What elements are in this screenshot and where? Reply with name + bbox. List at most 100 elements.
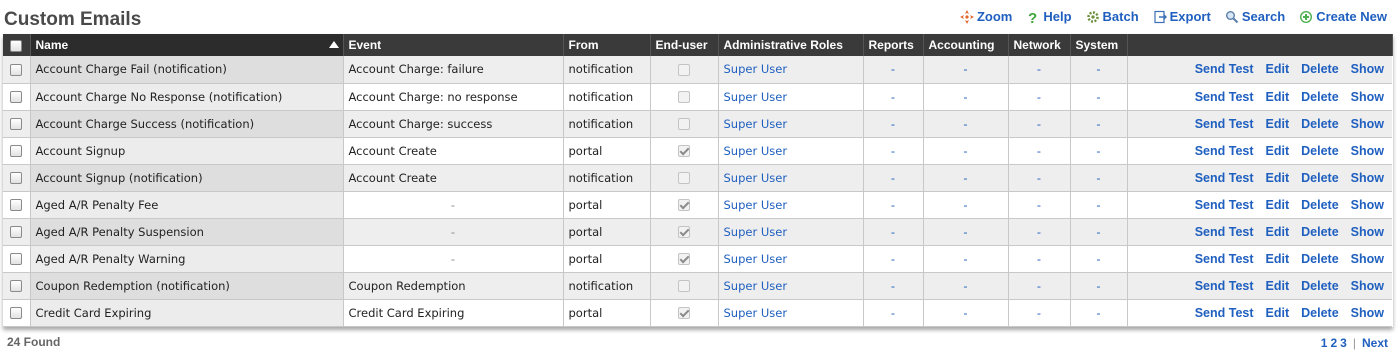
- row-accounting[interactable]: -: [923, 218, 1009, 246]
- row-admin-role[interactable]: Super User: [718, 137, 864, 165]
- show-link[interactable]: Show: [1351, 252, 1384, 266]
- row-accounting[interactable]: -: [923, 245, 1009, 273]
- row-system[interactable]: -: [1070, 137, 1128, 165]
- edit-link[interactable]: Edit: [1266, 171, 1290, 185]
- delete-link[interactable]: Delete: [1301, 198, 1339, 212]
- row-network[interactable]: -: [1008, 83, 1071, 111]
- row-network[interactable]: -: [1008, 164, 1071, 192]
- row-network[interactable]: -: [1008, 56, 1071, 84]
- row-select-checkbox[interactable]: [10, 253, 23, 265]
- row-reports[interactable]: -: [863, 191, 924, 219]
- show-link[interactable]: Show: [1351, 279, 1384, 293]
- send-test-link[interactable]: Send Test: [1195, 306, 1254, 320]
- select-all-checkbox[interactable]: [10, 39, 23, 52]
- column-header-accounting[interactable]: Accounting: [923, 34, 1009, 56]
- column-header-admin-roles[interactable]: Administrative Roles: [718, 34, 864, 56]
- edit-link[interactable]: Edit: [1266, 62, 1290, 76]
- show-link[interactable]: Show: [1351, 198, 1384, 212]
- delete-link[interactable]: Delete: [1301, 144, 1339, 158]
- row-select-checkbox[interactable]: [10, 118, 23, 130]
- send-test-link[interactable]: Send Test: [1195, 62, 1254, 76]
- edit-link[interactable]: Edit: [1266, 279, 1290, 293]
- delete-link[interactable]: Delete: [1301, 90, 1339, 104]
- create-new-button[interactable]: Create New: [1299, 9, 1387, 24]
- delete-link[interactable]: Delete: [1301, 225, 1339, 239]
- send-test-link[interactable]: Send Test: [1195, 144, 1254, 158]
- column-header-event[interactable]: Event: [343, 34, 564, 56]
- row-admin-role[interactable]: Super User: [718, 218, 864, 246]
- row-admin-role[interactable]: Super User: [718, 272, 864, 300]
- row-select-checkbox[interactable]: [10, 199, 23, 211]
- show-link[interactable]: Show: [1351, 62, 1384, 76]
- row-reports[interactable]: -: [863, 245, 924, 273]
- column-header-end-user[interactable]: End-user: [650, 34, 719, 56]
- page-link-3[interactable]: 3: [1340, 336, 1347, 350]
- row-accounting[interactable]: -: [923, 110, 1009, 138]
- edit-link[interactable]: Edit: [1266, 306, 1290, 320]
- row-reports[interactable]: -: [863, 272, 924, 300]
- row-select-checkbox[interactable]: [10, 226, 23, 238]
- row-select-checkbox[interactable]: [10, 172, 23, 184]
- show-link[interactable]: Show: [1351, 90, 1384, 104]
- row-reports[interactable]: -: [863, 299, 924, 327]
- row-name[interactable]: Account Signup: [30, 137, 344, 165]
- edit-link[interactable]: Edit: [1266, 144, 1290, 158]
- edit-link[interactable]: Edit: [1266, 90, 1290, 104]
- row-accounting[interactable]: -: [923, 299, 1009, 327]
- row-name[interactable]: Coupon Redemption (notification): [30, 272, 344, 300]
- delete-link[interactable]: Delete: [1301, 252, 1339, 266]
- row-admin-role[interactable]: Super User: [718, 56, 864, 84]
- row-name[interactable]: Account Charge No Response (notification…: [30, 83, 344, 111]
- row-name[interactable]: Credit Card Expiring: [30, 299, 344, 327]
- row-reports[interactable]: -: [863, 218, 924, 246]
- row-network[interactable]: -: [1008, 137, 1071, 165]
- delete-link[interactable]: Delete: [1301, 171, 1339, 185]
- row-reports[interactable]: -: [863, 110, 924, 138]
- row-network[interactable]: -: [1008, 218, 1071, 246]
- send-test-link[interactable]: Send Test: [1195, 225, 1254, 239]
- row-system[interactable]: -: [1070, 191, 1128, 219]
- row-reports[interactable]: -: [863, 164, 924, 192]
- row-name[interactable]: Account Signup (notification): [30, 164, 344, 192]
- row-accounting[interactable]: -: [923, 191, 1009, 219]
- show-link[interactable]: Show: [1351, 306, 1384, 320]
- row-admin-role[interactable]: Super User: [718, 299, 864, 327]
- row-select-checkbox[interactable]: [10, 145, 23, 157]
- row-accounting[interactable]: -: [923, 164, 1009, 192]
- show-link[interactable]: Show: [1351, 225, 1384, 239]
- edit-link[interactable]: Edit: [1266, 198, 1290, 212]
- row-admin-role[interactable]: Super User: [718, 191, 864, 219]
- row-reports[interactable]: -: [863, 137, 924, 165]
- row-reports[interactable]: -: [863, 83, 924, 111]
- send-test-link[interactable]: Send Test: [1195, 117, 1254, 131]
- row-system[interactable]: -: [1070, 272, 1128, 300]
- row-admin-role[interactable]: Super User: [718, 245, 864, 273]
- row-name[interactable]: Aged A/R Penalty Suspension: [30, 218, 344, 246]
- row-network[interactable]: -: [1008, 110, 1071, 138]
- page-link-1[interactable]: 1: [1321, 336, 1328, 350]
- zoom-button[interactable]: Zoom: [959, 9, 1012, 24]
- row-system[interactable]: -: [1070, 164, 1128, 192]
- row-admin-role[interactable]: Super User: [718, 110, 864, 138]
- row-system[interactable]: -: [1070, 83, 1128, 111]
- page-link-2[interactable]: 2: [1330, 336, 1337, 350]
- row-name[interactable]: Aged A/R Penalty Warning: [30, 245, 344, 273]
- search-button[interactable]: Search: [1225, 9, 1285, 24]
- batch-button[interactable]: Batch: [1086, 9, 1139, 24]
- row-admin-role[interactable]: Super User: [718, 164, 864, 192]
- send-test-link[interactable]: Send Test: [1195, 90, 1254, 104]
- row-select-checkbox[interactable]: [10, 63, 23, 76]
- delete-link[interactable]: Delete: [1301, 62, 1339, 76]
- column-header-network[interactable]: Network: [1008, 34, 1071, 56]
- row-network[interactable]: -: [1008, 272, 1071, 300]
- row-system[interactable]: -: [1070, 218, 1128, 246]
- send-test-link[interactable]: Send Test: [1195, 279, 1254, 293]
- export-button[interactable]: Export: [1153, 9, 1211, 24]
- show-link[interactable]: Show: [1351, 171, 1384, 185]
- show-link[interactable]: Show: [1351, 144, 1384, 158]
- row-admin-role[interactable]: Super User: [718, 83, 864, 111]
- column-header-system[interactable]: System: [1070, 34, 1128, 56]
- delete-link[interactable]: Delete: [1301, 279, 1339, 293]
- row-network[interactable]: -: [1008, 245, 1071, 273]
- row-accounting[interactable]: -: [923, 83, 1009, 111]
